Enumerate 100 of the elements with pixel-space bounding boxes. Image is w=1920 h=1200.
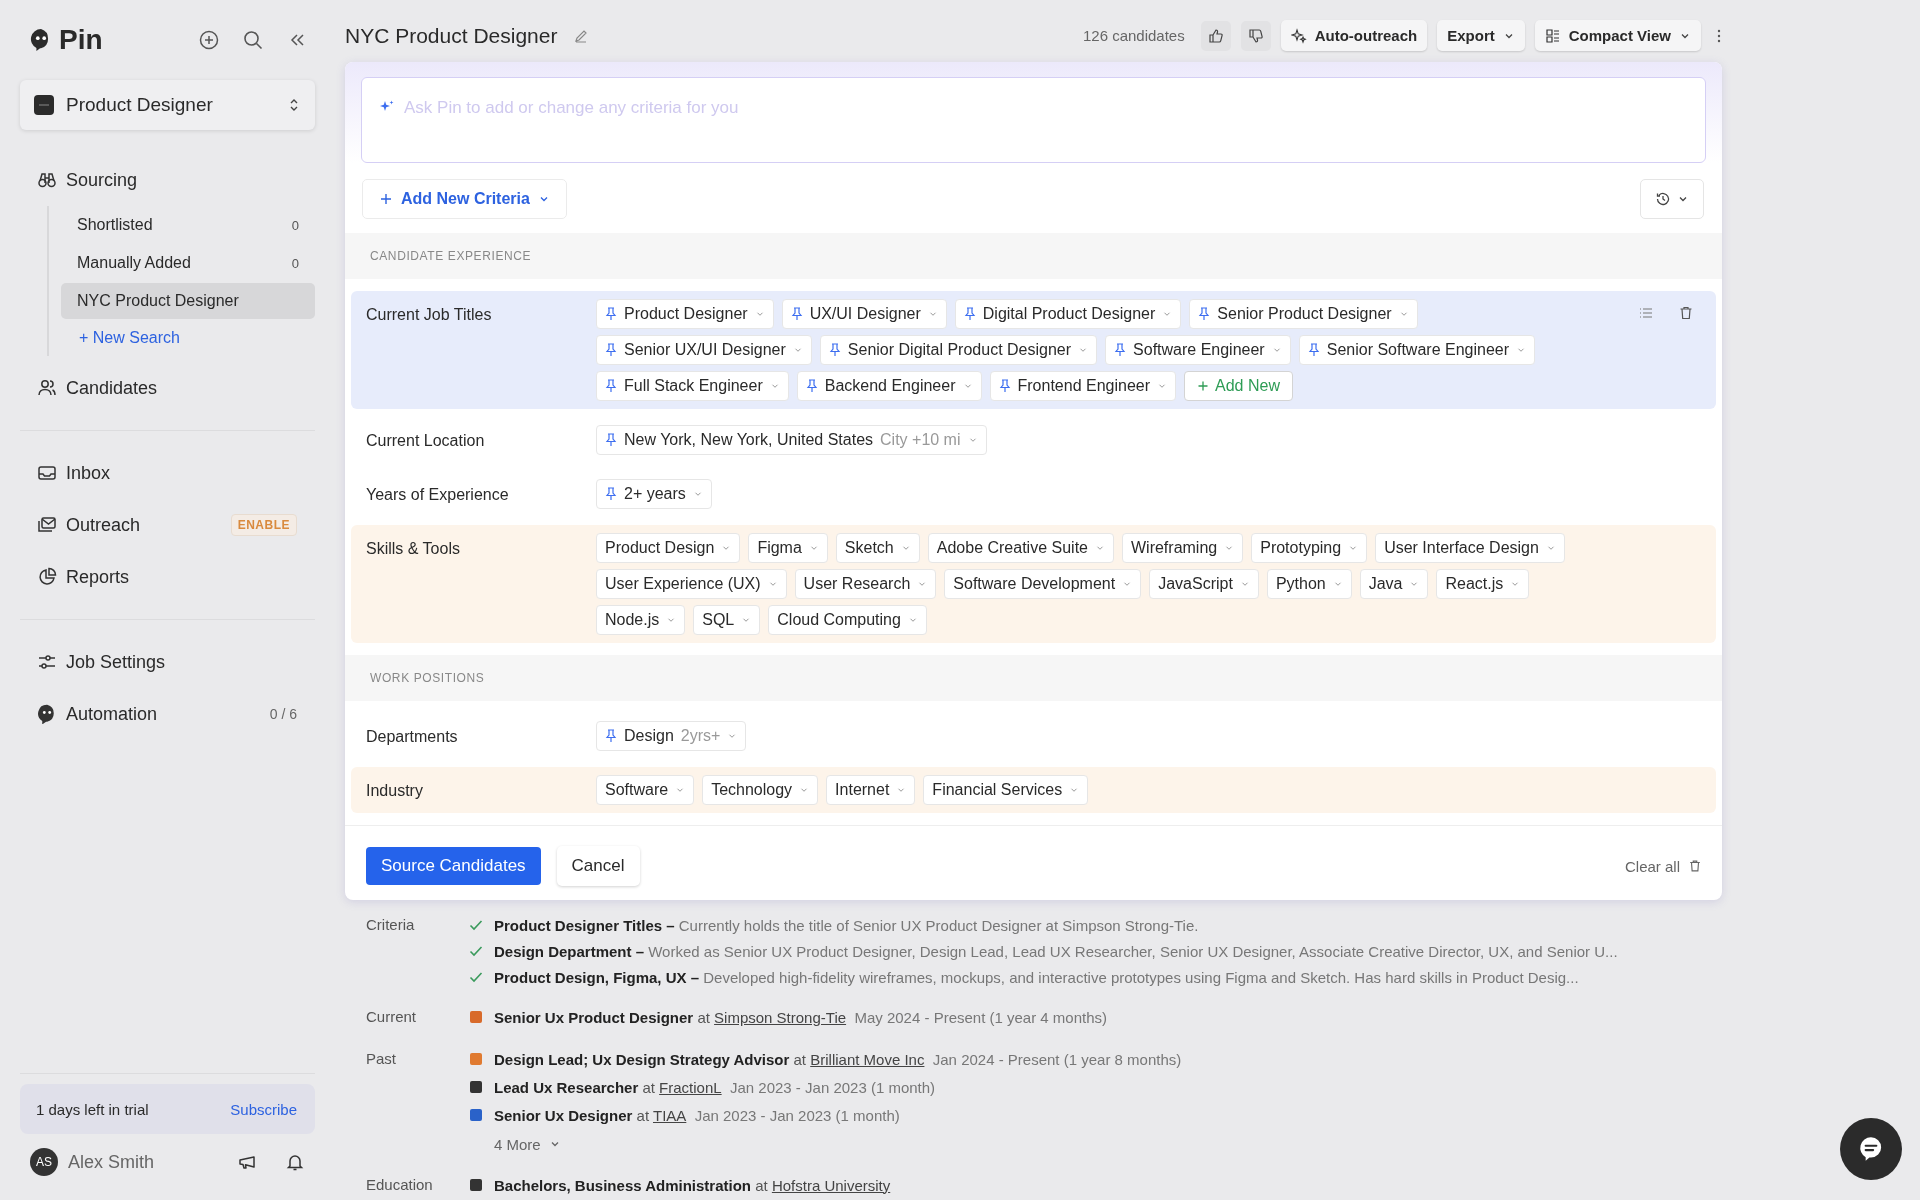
criteria-chip[interactable]: Node.js (596, 605, 686, 635)
company-link[interactable]: FractionL (659, 1078, 722, 1096)
add-new-button[interactable]: Add New (1184, 371, 1293, 401)
add-icon[interactable] (199, 30, 219, 50)
clear-all-button[interactable]: Clear all (1624, 857, 1702, 875)
workspace-logo-icon (34, 95, 54, 115)
app-name: Pin (59, 24, 103, 56)
thumbs-down-button[interactable] (1240, 20, 1271, 51)
criteria-chip[interactable]: Technology (702, 775, 819, 805)
nav-item[interactable]: Job Settings (20, 643, 315, 681)
company-logo-icon (468, 1079, 484, 1095)
criteria-chip[interactable]: React.js (1436, 569, 1530, 599)
criteria-match: Product Design, Figma, UX – Developed high-fidelity wireframes, mockups, and interactive prototypes using Figma and Sketch. Has hard skills in Product Desig... (494, 968, 1579, 986)
field-label: Education (366, 1175, 434, 1195)
section-heading: CANDIDATE EXPERIENCE (345, 233, 1722, 279)
criteria-chip[interactable]: Product Designer (596, 299, 774, 329)
delete-icon (1688, 859, 1702, 873)
criteria-chip[interactable]: Sketch (835, 533, 920, 563)
criteria-chip[interactable]: Prototyping (1251, 533, 1368, 563)
candidate-count: 126 candidates (1082, 27, 1185, 44)
pie-icon (37, 567, 57, 587)
trial-text: 1 days left in trial (36, 1100, 149, 1118)
nav-item[interactable]: Inbox (20, 454, 315, 492)
criteria-chip[interactable]: Product Design (596, 533, 741, 563)
thumbs-up-button[interactable] (1200, 20, 1231, 51)
thumbs-up-icon (1207, 27, 1224, 44)
add-criteria-button[interactable]: Add New Criteria (362, 179, 567, 219)
criteria-chip[interactable]: User Research (794, 569, 937, 599)
search-icon[interactable] (243, 30, 263, 50)
bot-icon (37, 704, 57, 724)
nav-item[interactable]: Reports (20, 558, 315, 596)
user-name: Alex Smith (68, 1151, 155, 1173)
criteria-chip[interactable]: Java (1359, 569, 1429, 599)
plus-icon (379, 192, 393, 206)
criteria-label: Current Job Titles (366, 305, 493, 324)
company-link[interactable]: Hofstra University (771, 1176, 891, 1194)
thumbs-down-icon (1247, 27, 1264, 44)
binoculars-icon (37, 170, 57, 190)
company-link[interactable]: TIAA (653, 1106, 687, 1124)
criteria-chip[interactable]: UX/UI Designer (781, 299, 947, 329)
criteria-chip[interactable]: Frontend Engineer (989, 371, 1177, 401)
plus-icon (1197, 380, 1210, 392)
criteria-chip[interactable]: Cloud Computing (768, 605, 927, 635)
export-button[interactable]: Export (1437, 20, 1525, 51)
people-icon (37, 378, 57, 398)
criteria-chip[interactable]: Internet (826, 775, 916, 805)
criteria-label: Skills & Tools (366, 539, 461, 558)
criteria-chip[interactable]: Python (1266, 569, 1352, 599)
job-entry: Lead Ux Researcher at FractionL Jan 2023 - Jan 2023 (1 month) (494, 1078, 936, 1096)
criteria-chip[interactable]: Digital Product Designer (954, 299, 1182, 329)
show-more-button[interactable]: 4 More (494, 1130, 1182, 1158)
sidebar-item[interactable]: NYC Product Designer (61, 283, 315, 319)
nav-item[interactable]: Outreach ENABLE (20, 506, 315, 544)
delete-icon[interactable] (1678, 305, 1694, 321)
source-candidates-button[interactable]: Source Candidates (366, 847, 541, 885)
criteria-chip[interactable]: Software (596, 775, 695, 805)
criteria-chip[interactable]: Full Stack Engineer (596, 371, 789, 401)
auto-outreach-button[interactable]: Auto-outreach (1280, 20, 1428, 51)
criteria-chip[interactable]: Adobe Creative Suite (927, 533, 1114, 563)
nav-item[interactable]: Automation 0 / 6 (20, 695, 315, 733)
criteria-chip[interactable]: 2+ years (596, 479, 712, 509)
criteria-chip[interactable]: New York, New York, United States City +10 mi (596, 425, 987, 455)
nav-item[interactable]: Candidates (20, 369, 315, 407)
criteria-chip[interactable]: User Interface Design (1375, 533, 1565, 563)
history-button[interactable] (1640, 179, 1704, 219)
criteria-chip[interactable]: Software Engineer (1105, 335, 1291, 365)
criteria-chip[interactable]: Software Development (944, 569, 1142, 599)
sliders-icon (37, 652, 57, 672)
workspace-selector[interactable]: Product Designer (20, 80, 315, 130)
company-link[interactable]: Simpson Strong-Tie (714, 1008, 847, 1026)
field-label: Criteria (366, 915, 416, 935)
sidebar-item[interactable]: Shortlisted 0 (61, 207, 315, 243)
criteria-chip[interactable]: Senior Digital Product Designer (819, 335, 1098, 365)
nav-item[interactable]: Sourcing (20, 161, 315, 199)
cancel-button[interactable]: Cancel (556, 846, 640, 886)
bell-icon[interactable] (285, 1152, 305, 1172)
sidebar-item[interactable]: Manually Added 0 (61, 245, 315, 281)
criteria-chip[interactable]: User Experience (UX) (596, 569, 787, 599)
section-heading: WORK POSITIONS (345, 655, 1722, 701)
criteria-chip[interactable]: JavaScript (1149, 569, 1259, 599)
criteria-label: Years of Experience (366, 485, 510, 504)
company-link[interactable]: Brilliant Move Inc (810, 1050, 925, 1068)
criteria-chip[interactable]: Figma (748, 533, 828, 563)
subscribe-link[interactable]: Subscribe (230, 1100, 297, 1118)
view-button[interactable]: Compact View (1534, 20, 1701, 51)
criteria-chip[interactable]: Financial Services (923, 775, 1089, 805)
new-search-link[interactable]: + New Search (61, 320, 180, 356)
company-logo-icon (468, 1107, 484, 1123)
criteria-chip[interactable]: Senior Product Designer (1189, 299, 1418, 329)
avatar[interactable]: AS (30, 1148, 58, 1176)
criteria-chip[interactable]: Senior UX/UI Designer (596, 335, 812, 365)
criteria-chip[interactable]: Backend Engineer (796, 371, 982, 401)
criteria-chip[interactable]: SQL (693, 605, 761, 635)
criteria-label: Departments (366, 727, 459, 746)
job-entry: Design Lead; Ux Design Strategy Advisor at Brilliant Move Inc Jan 2024 - Present (1 year 8 months) (494, 1050, 1182, 1068)
job-entry: Senior Ux Designer at TIAA Jan 2023 - Jan 2023 (1 month) (494, 1106, 900, 1124)
criteria-chip[interactable]: Wireframing (1121, 533, 1244, 563)
inbox-icon (37, 463, 57, 483)
criteria-chip[interactable]: Senior Software Engineer (1298, 335, 1536, 365)
criteria-chip[interactable]: Design 2yrs+ (596, 721, 747, 751)
